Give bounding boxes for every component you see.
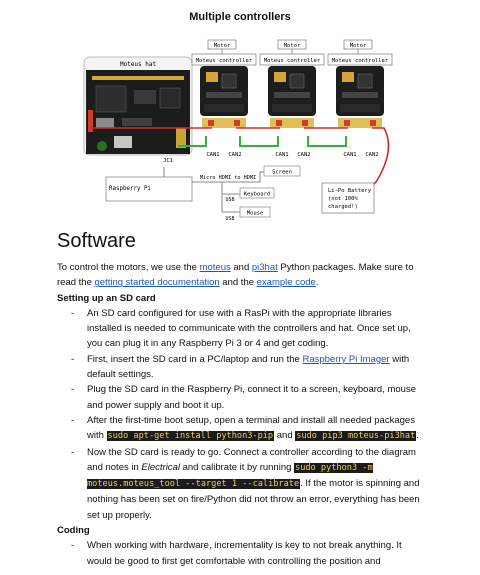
section-heading: Software [57,230,136,252]
sd-card-heading: Setting up an SD card [57,292,156,304]
intro-text-1: To control the motors, we use the [57,262,200,273]
sd-item-3-text: Plug the SD card in the Raspberry Pi, co… [87,384,416,411]
list-item: An SD card configured for use with a Ras… [57,306,427,352]
intro-text-5: . [315,277,319,289]
wiring-diagram: Moteus hat JC1 Motor Moteus controller C… [83,39,393,222]
coding-list: When working with hardware, incrementali… [57,538,427,569]
intro-paragraph: To control the motors, we use the moteus… [57,260,427,291]
usb-label-2: USB [225,216,234,222]
sd-item-4-and: and [274,430,296,442]
can1-label-3: CAN1 [343,152,356,158]
intro-text-2: and [230,262,252,273]
motor-label-2: Motor [284,43,301,49]
can2-label-2: CAN2 [297,152,310,158]
sd-item-2-text: First, insert the SD card in a PC/laptop… [87,353,303,365]
list-item: After the first-time boot setup, open a … [57,413,427,445]
moteus-link[interactable]: moteus [200,262,231,273]
coding-item-1-text: When working with hardware, incrementali… [87,540,402,567]
list-item: Plug the SD card in the Raspberry Pi, co… [57,382,427,413]
pi3hat-link[interactable]: pi3hat [252,262,278,273]
battery-line-2: (not 100% [328,196,358,202]
hat-label: Moteus hat [120,61,157,68]
controller-board-3 [336,66,384,128]
battery-line-1: Li-Po Battery [328,188,372,194]
sd-card-list: An SD card configured for use with a Ras… [57,306,427,523]
example-code-link[interactable]: example code [257,277,316,288]
moteus-hat-board: Moteus hat [83,56,193,156]
raspberry-pi-label: Raspberry Pi [109,186,151,192]
screen-label: Screen [272,170,292,176]
jc1-label: JC1 [163,158,173,164]
controller-label-3: Moteus controller [332,58,389,64]
pip-install-command: sudo apt-get install python3-pip [106,431,275,442]
can1-label-2: CAN1 [275,152,288,158]
can-bus-wires [178,136,347,147]
hdmi-label: Micro HDMI to HDMI [200,175,256,181]
battery-line-3: charged!) [328,204,358,210]
controller-board-2 [268,66,316,128]
list-item: When working with hardware, incrementali… [57,538,427,569]
keyboard-label: Keyboard [244,192,271,198]
electrical-reference: Electrical [141,461,180,473]
getting-started-link[interactable]: getting started documentation [95,277,220,288]
mouse-label: Mouse [247,211,264,217]
can2-label-1: CAN2 [228,152,241,158]
raspberry-pi-imager-link[interactable]: Raspberry Pi Imager [302,354,389,365]
sd-item-4-end: . [416,430,419,442]
usb-label-1: USB [225,197,234,203]
list-item: Now the SD card is ready to go. Connect … [57,445,427,523]
intro-text-4: and the [219,277,257,289]
can1-label-1: CAN1 [206,152,219,158]
sd-item-5-text-mid: and calibrate it by running [179,461,295,473]
motor-label-3: Motor [350,43,367,49]
motor-label-1: Motor [214,43,231,49]
controller-label-1: Moteus controller [196,58,253,64]
pi3hat-install-command: sudo pip3 moteus-pi3hat [295,431,417,442]
document-body: Software To control the motors, we use t… [57,228,427,569]
controller-label-2: Moteus controller [264,58,321,64]
list-item: First, insert the SD card in a PC/laptop… [57,352,427,383]
can2-label-3: CAN2 [365,152,378,158]
sd-item-1-text: An SD card configured for use with a Ras… [87,307,411,350]
controller-board-1 [200,66,248,128]
coding-heading: Coding [57,525,90,537]
